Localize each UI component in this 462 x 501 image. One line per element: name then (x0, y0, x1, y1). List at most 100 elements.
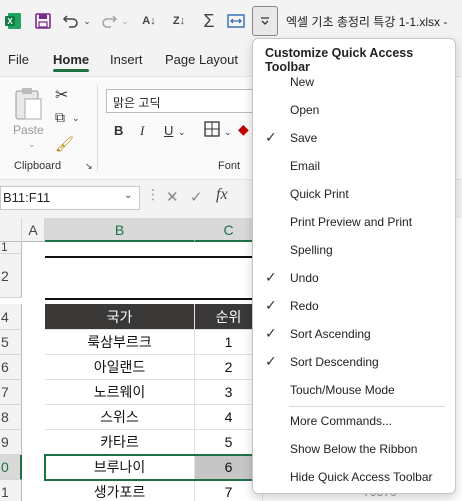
font-name-input[interactable]: 맑은 고딕 (106, 89, 256, 113)
menu-item-label: Hide Quick Access Toolbar (290, 470, 433, 484)
row-header[interactable]: 5 (0, 330, 22, 355)
svg-text:X: X (7, 17, 13, 26)
insert-function-button[interactable]: fx (216, 186, 228, 204)
menu-item-undo[interactable]: ✓ Undo (253, 264, 455, 292)
tab-insert[interactable]: Insert (110, 52, 143, 67)
excel-window: X ⌄ ⌄ A↓ Z↓ Σ 엑셀 기초 총정리 특강 1-1.xlsx - Fi… (0, 0, 462, 501)
row-header[interactable]: 4 (0, 304, 22, 330)
cell-country[interactable]: 브루나이 (45, 455, 195, 480)
menu-item-label: More Commands... (290, 414, 393, 428)
customize-qat-menu: Customize Quick Access Toolbar New Open … (252, 38, 456, 494)
checkmark-icon: ✓ (265, 297, 277, 313)
row-header[interactable]: 7 (0, 380, 22, 405)
cut-icon[interactable]: ✂ (55, 85, 68, 105)
font-group-label: Font (218, 160, 241, 172)
menu-item-label: Show Below the Ribbon (290, 442, 418, 456)
cell-country[interactable]: 룩삼부르크 (45, 330, 195, 355)
window-title: 엑셀 기초 총정리 특강 1-1.xlsx - (286, 15, 448, 29)
menu-item-more-commands[interactable]: More Commands... (253, 407, 455, 435)
copy-icon[interactable]: ⧉ (55, 109, 65, 126)
cell-country[interactable]: 스위스 (45, 405, 195, 430)
format-painter-icon[interactable]: 🖌 (55, 135, 74, 153)
cell-country[interactable]: 노르웨이 (45, 380, 195, 405)
cancel-icon[interactable]: ✕ (166, 188, 179, 206)
customize-qat-button[interactable] (252, 6, 278, 36)
undo-dropdown-icon[interactable]: ⌄ (82, 8, 92, 34)
menu-item-label: New (290, 75, 315, 89)
title-border-bottom (45, 298, 263, 300)
name-box-dropdown-icon[interactable]: ⌄ (124, 190, 132, 201)
clipboard-launcher-icon[interactable]: ↘ (85, 161, 93, 172)
borders-icon[interactable] (204, 121, 220, 140)
menu-item-label: Print Preview and Print (290, 215, 413, 229)
enter-icon[interactable]: ✓ (190, 188, 203, 206)
menu-item-email[interactable]: Email (253, 152, 455, 180)
excel-logo-icon: X (2, 8, 24, 34)
menu-item-redo[interactable]: ✓ Redo (253, 292, 455, 320)
underline-dropdown-icon[interactable]: ⌄ (178, 127, 186, 138)
cell-country[interactable]: 카타르 (45, 430, 195, 455)
paste-button[interactable]: Paste (13, 123, 44, 137)
more-icon: ⋮ (146, 186, 160, 202)
column-header-b[interactable]: B (45, 218, 195, 242)
menu-item-new[interactable]: New (253, 68, 455, 96)
menu-item-spelling[interactable]: Spelling (253, 236, 455, 264)
menu-item-show-below-ribbon[interactable]: Show Below the Ribbon (253, 435, 455, 463)
italic-button[interactable]: I (140, 123, 144, 139)
menu-item-open[interactable]: Open (253, 96, 455, 124)
menu-item-label: Undo (290, 271, 319, 285)
cell-country[interactable]: 생가포르 (45, 480, 195, 501)
menu-item-save[interactable]: ✓ Save (253, 124, 455, 152)
menu-item-quick-print[interactable]: Quick Print (253, 180, 455, 208)
cell-country[interactable]: 아일랜드 (45, 355, 195, 380)
menu-item-label: Sort Descending (290, 355, 379, 369)
row-header[interactable]: 1 (0, 242, 22, 254)
paste-icon[interactable] (12, 85, 44, 123)
menu-item-hide-qat[interactable]: Hide Quick Access Toolbar (253, 463, 455, 491)
menu-item-sort-descending[interactable]: ✓ Sort Descending (253, 348, 455, 376)
checkmark-icon: ✓ (265, 269, 277, 285)
menu-item-label: Sort Ascending (290, 327, 371, 341)
group-divider (97, 85, 98, 171)
tab-file[interactable]: File (8, 52, 29, 67)
tab-home[interactable]: Home (53, 52, 90, 72)
row-header[interactable]: 2 (0, 254, 22, 298)
redo-icon[interactable] (98, 8, 120, 34)
header-cell-country[interactable]: 국가 (45, 304, 195, 330)
redo-dropdown-icon[interactable]: ⌄ (120, 8, 130, 34)
autosum-icon[interactable]: Σ (198, 8, 220, 34)
menu-item-label: Save (290, 131, 318, 145)
underline-button[interactable]: U (164, 123, 173, 138)
undo-icon[interactable] (60, 8, 82, 34)
menu-item-label: Email (290, 159, 321, 173)
save-icon[interactable] (32, 8, 54, 34)
menu-item-label: Quick Print (290, 187, 349, 201)
sort-ascending-icon[interactable]: A↓ (138, 8, 160, 34)
bold-button[interactable]: B (114, 123, 123, 138)
checkmark-icon: ✓ (265, 325, 277, 341)
row-header[interactable]: 8 (0, 405, 22, 430)
row-header[interactable]: 1 (0, 480, 22, 501)
paste-dropdown-icon[interactable]: ⌄ (28, 139, 36, 150)
copy-dropdown-icon[interactable]: ⌄ (72, 113, 80, 124)
row-header[interactable]: 0 (0, 455, 22, 480)
menu-item-touch-mouse-mode[interactable]: Touch/Mouse Mode (253, 376, 455, 404)
borders-dropdown-icon[interactable]: ⌄ (224, 127, 232, 138)
menu-item-label: Spelling (290, 243, 333, 257)
row-header[interactable]: 6 (0, 355, 22, 380)
menu-item-print-preview[interactable]: Print Preview and Print (253, 208, 455, 236)
clipboard-group-label: Clipboard (14, 160, 62, 172)
sort-descending-icon[interactable]: Z↓ (168, 8, 190, 34)
tab-page-layout[interactable]: Page Layout (165, 52, 238, 67)
menu-item-label: Redo (290, 299, 319, 313)
row-header[interactable]: 9 (0, 430, 22, 455)
checkmark-icon: ✓ (265, 353, 277, 369)
merge-center-icon[interactable] (224, 8, 248, 34)
column-header-a[interactable]: A (22, 218, 45, 242)
menu-item-sort-ascending[interactable]: ✓ Sort Ascending (253, 320, 455, 348)
fill-color-icon[interactable]: ◆ (238, 121, 249, 138)
title-border-top (45, 256, 263, 258)
checkmark-icon: ✓ (265, 129, 277, 145)
name-box[interactable]: B11:F11 (0, 186, 140, 210)
select-all-corner[interactable] (0, 218, 22, 242)
